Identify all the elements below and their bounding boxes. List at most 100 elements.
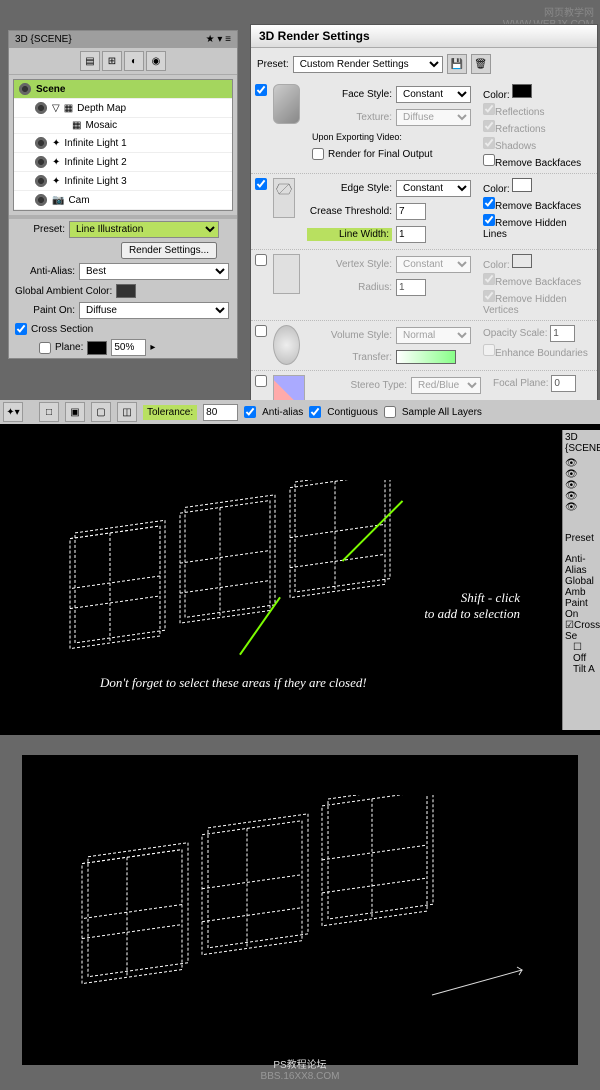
plane-checkbox[interactable] — [39, 342, 51, 354]
new-selection-icon[interactable]: □ — [39, 402, 59, 422]
tree-item-label: Infinite Light 1 — [64, 138, 126, 149]
visibility-icon[interactable] — [34, 155, 48, 169]
antialias-row: Anti-Alias: Best — [9, 261, 237, 282]
edge-color-swatch[interactable] — [512, 178, 532, 192]
tool-icon[interactable]: ✦▾ — [3, 402, 23, 422]
tree-row[interactable]: ✦Infinite Light 3 — [14, 172, 232, 191]
render-settings-button[interactable]: Render Settings... — [121, 242, 217, 259]
scene-tree: Scene ▽▦Depth Map ▦Mosaic ✦Infinite Ligh… — [13, 79, 233, 211]
ambient-color-swatch[interactable] — [116, 284, 136, 298]
sample-all-checkbox[interactable] — [384, 406, 396, 418]
edge-style-select[interactable]: Constant — [396, 180, 471, 197]
antialias-opt-label: Anti-alias — [262, 407, 303, 418]
face-style-select[interactable]: Constant — [396, 86, 471, 103]
crease-label: Crease Threshold: — [307, 206, 392, 217]
tree-item-label: Cam — [68, 195, 89, 206]
global-ambient-label: Global Ambient Color: — [15, 286, 112, 297]
tolerance-input[interactable] — [203, 404, 238, 421]
vertex-radius-input — [396, 279, 426, 296]
tree-row[interactable]: ✦Infinite Light 1 — [14, 134, 232, 153]
vertex-remove-bf-label: Remove Backfaces — [495, 277, 581, 288]
light-icon[interactable]: ◉ — [146, 51, 166, 71]
line-width-label: Line Width: — [307, 228, 392, 241]
contiguous-checkbox[interactable] — [309, 406, 321, 418]
tree-row[interactable]: ▽▦Depth Map — [14, 99, 232, 118]
antialias-select[interactable]: Best — [79, 263, 229, 280]
chevron-icon[interactable]: ▸ — [150, 342, 155, 353]
global-ambient-row: Global Ambient Color: — [9, 282, 237, 300]
visibility-icon[interactable] — [34, 174, 48, 188]
stereo-type-label: Stereo Type: — [317, 380, 407, 391]
intersect-selection-icon[interactable]: ◫ — [117, 402, 137, 422]
dialog-title: 3D Render Settings — [251, 25, 597, 48]
tree-item-label: Depth Map — [77, 103, 126, 114]
tree-row[interactable]: ✦Infinite Light 2 — [14, 153, 232, 172]
visibility-icon[interactable] — [34, 193, 48, 207]
enhance-label: Enhance Boundaries — [495, 348, 588, 359]
face-color-swatch[interactable] — [512, 84, 532, 98]
plane-opacity-input[interactable] — [111, 339, 146, 356]
material-icon[interactable]: ◐ — [124, 51, 144, 71]
paint-on-label: Paint On: — [15, 305, 75, 316]
scene-panel: 3D {SCENE} ★ ▾ ≡ ▤ ⊞ ◐ ◉ Scene ▽▦Depth M… — [8, 30, 238, 359]
plane-label: Plane: — [55, 342, 83, 353]
contiguous-label: Contiguous — [327, 407, 378, 418]
vertex-preview-icon — [273, 254, 300, 294]
line-width-input[interactable] — [396, 226, 426, 243]
edge-remove-hl-label: Remove Hidden Lines — [483, 218, 567, 240]
cut-paint: Paint On — [565, 598, 598, 620]
plane-color-swatch[interactable] — [87, 341, 107, 355]
cut-anti: Anti-Alias — [565, 554, 598, 576]
volume-preview-icon — [273, 325, 300, 365]
pen-path — [432, 967, 522, 995]
subtract-selection-icon[interactable]: ▢ — [91, 402, 111, 422]
paint-on-select[interactable]: Diffuse — [79, 302, 229, 319]
vertex-enable-checkbox[interactable] — [255, 254, 267, 266]
final-output-checkbox[interactable] — [312, 148, 324, 160]
dlg-preset-select[interactable]: Custom Render Settings — [293, 56, 443, 73]
shadows-label: Shadows — [495, 141, 536, 152]
preset-select[interactable]: Line Illustration — [69, 221, 219, 238]
canvas-middle: ✦▾ □ ▣ ▢ ◫ Tolerance: Anti-alias Contigu… — [0, 400, 600, 735]
visibility-icon[interactable] — [34, 136, 48, 150]
save-icon[interactable]: 💾 — [447, 54, 467, 74]
cross-section-checkbox[interactable] — [15, 323, 27, 335]
face-color-label: Color: — [483, 90, 510, 101]
shift-click-annotation: Shift - click to add to selection — [424, 590, 520, 622]
stereo-enable-checkbox[interactable] — [255, 375, 267, 387]
antialias-checkbox[interactable] — [244, 406, 256, 418]
vertex-color-swatch — [512, 254, 532, 268]
add-selection-icon[interactable]: ▣ — [65, 402, 85, 422]
tree-row[interactable]: 📷Cam — [14, 191, 232, 210]
transfer-gradient — [396, 350, 456, 364]
enhance-checkbox — [483, 344, 495, 356]
face-enable-checkbox[interactable] — [255, 84, 267, 96]
tree-scene-row[interactable]: Scene — [14, 80, 232, 99]
opacity-scale-label: Opacity Scale: — [483, 328, 547, 339]
edge-preview-icon — [273, 178, 295, 218]
edge-enable-checkbox[interactable] — [255, 178, 267, 190]
vertex-remove-hv-checkbox — [483, 290, 495, 302]
volume-enable-checkbox[interactable] — [255, 325, 267, 337]
mesh-icon[interactable]: ⊞ — [102, 51, 122, 71]
volume-style-label: Volume Style: — [312, 330, 392, 341]
tree-item-label: Infinite Light 2 — [64, 157, 126, 168]
filter-icon[interactable]: ▤ — [80, 51, 100, 71]
edge-remove-hl-checkbox[interactable] — [483, 214, 495, 226]
remove-backfaces-checkbox[interactable] — [483, 154, 495, 166]
footer-watermark: PS教程论坛 BBS.16XX8.COM — [0, 1056, 600, 1082]
transfer-label: Transfer: — [312, 352, 392, 363]
export-label: Upon Exporting Video: — [312, 132, 402, 142]
crease-input[interactable] — [396, 203, 426, 220]
focal-input — [551, 375, 576, 392]
visibility-icon[interactable] — [34, 101, 48, 115]
shadows-checkbox — [483, 137, 495, 149]
delete-icon[interactable]: 🗑 — [471, 54, 491, 74]
plane-row: Plane: ▸ — [9, 337, 237, 358]
visibility-icon[interactable] — [18, 82, 32, 96]
tree-item-label: Infinite Light 3 — [64, 176, 126, 187]
remove-backfaces-label: Remove Backfaces — [495, 158, 581, 169]
tree-row[interactable]: ▦Mosaic — [14, 118, 232, 134]
stereo-type-select: Red/Blue — [411, 377, 481, 394]
edge-remove-bf-checkbox[interactable] — [483, 197, 495, 209]
